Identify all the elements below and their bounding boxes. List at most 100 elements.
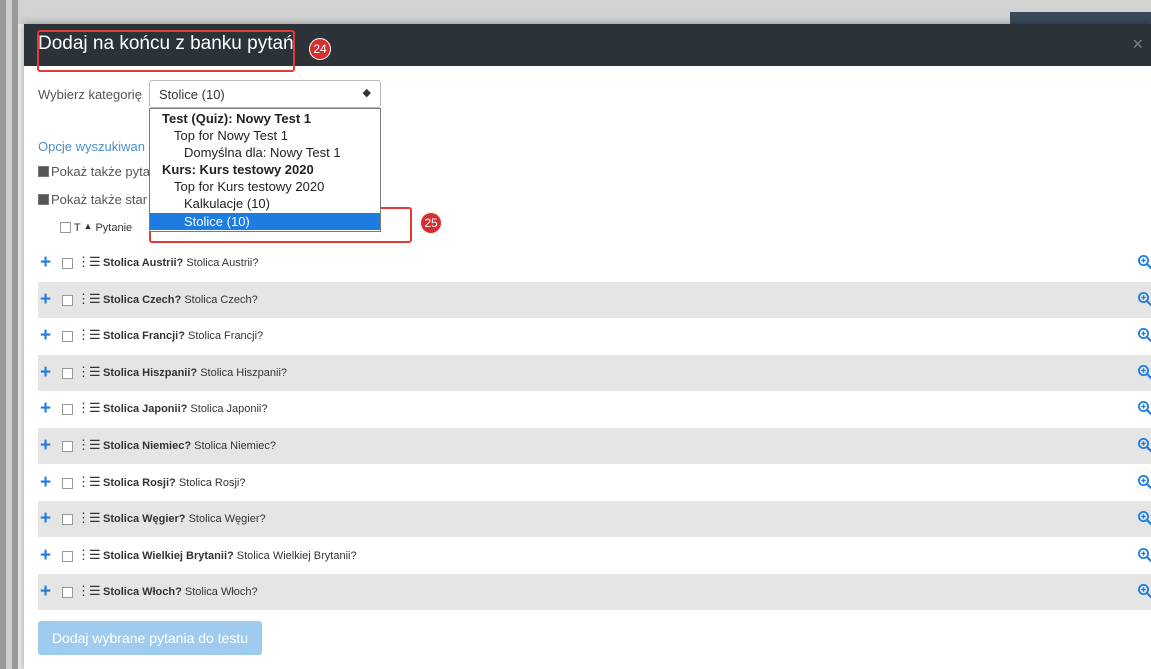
question-text: Stolica Węgier? Stolica Węgier? <box>103 513 266 525</box>
checkbox-checked-icon <box>38 166 49 178</box>
plus-icon[interactable]: + <box>40 363 51 382</box>
category-dropdown: Test (Quiz): Nowy Test 1 Top for Nowy Te… <box>149 108 381 232</box>
table-row: + ⋮☰ Stolica Austrii? Stolica Austrii? <box>38 245 1151 281</box>
question-bank-dialog: Dodaj na końcu z banku pytań × Wybierz k… <box>24 24 1151 669</box>
select-all-checkbox[interactable] <box>60 221 71 233</box>
zoom-in-icon[interactable] <box>1137 474 1151 490</box>
question-name: Stolica Hiszpanii? <box>103 366 198 379</box>
question-name: Stolica Włoch? <box>103 586 182 599</box>
question-body: Stolica Włoch? <box>184 586 258 599</box>
table-row: + ⋮☰ Stolica Francji? Stolica Francji? <box>38 318 1151 354</box>
option-kalkulacje[interactable]: Kalkulacje (10) <box>150 195 380 212</box>
option-group-course: Kurs: Kurs testowy 2020 <box>162 162 314 177</box>
sort-up-icon: ▲ <box>83 221 93 231</box>
checkbox-checked-icon <box>38 194 49 206</box>
question-body: Stolica Niemiec? <box>194 440 277 452</box>
plus-icon[interactable]: + <box>40 509 51 528</box>
table-row: + ⋮☰ Stolica Niemiec? Stolica Niemiec? <box>38 428 1151 464</box>
list-icon: ⋮☰ <box>77 400 101 416</box>
zoom-in-icon[interactable] <box>1137 583 1151 599</box>
question-checkbox[interactable] <box>62 294 73 306</box>
show-old-checkbox[interactable]: Pokaż także star <box>38 192 147 207</box>
plus-icon[interactable]: + <box>40 473 51 492</box>
zoom-in-icon[interactable] <box>1137 327 1151 343</box>
select-arrows-icon: ◆ <box>362 87 371 99</box>
question-checkbox[interactable] <box>62 477 73 489</box>
question-text: Stolica Japonii? Stolica Japonii? <box>103 403 267 415</box>
question-name: Stolica Czech? <box>103 293 182 306</box>
question-body: Stolica Rosji? <box>178 476 246 489</box>
zoom-in-icon[interactable] <box>1137 437 1151 453</box>
option-default-quiz[interactable]: Domyślna dla: Nowy Test 1 <box>150 144 380 161</box>
table-row: + ⋮☰ Stolica Czech? Stolica Czech? <box>38 281 1151 318</box>
search-options-link[interactable]: Opcje wyszukiwan <box>38 139 145 154</box>
question-text: Stolica Włoch? Stolica Włoch? <box>103 586 258 598</box>
plus-icon[interactable]: + <box>40 399 51 418</box>
background-page-bar <box>1010 12 1151 24</box>
plus-icon[interactable]: + <box>40 546 51 565</box>
zoom-in-icon[interactable] <box>1137 510 1151 526</box>
question-body: Stolica Węgier? <box>188 513 266 526</box>
show-subcategory-checkbox[interactable]: Pokaż także pyta <box>38 164 150 179</box>
zoom-in-icon[interactable] <box>1137 547 1151 563</box>
list-icon: ⋮☰ <box>77 510 101 526</box>
question-checkbox[interactable] <box>62 367 73 379</box>
callout-badge-24: 24 <box>309 38 331 60</box>
category-select[interactable]: Stolice (10) ◆ <box>149 80 381 108</box>
question-name: Stolica Japonii? <box>103 403 188 416</box>
question-checkbox[interactable] <box>62 258 73 269</box>
question-body: Stolica Austrii? <box>186 257 259 269</box>
option-stolice[interactable]: Stolice (10) <box>150 213 380 230</box>
question-name: Stolica Rosji? <box>103 476 176 489</box>
background-page-edge-inner <box>6 0 12 669</box>
question-text: Stolica Niemiec? Stolica Niemiec? <box>103 440 276 452</box>
table-row: + ⋮☰ Stolica Hiszpanii? Stolica Hiszpanii? <box>38 354 1151 391</box>
question-checkbox[interactable] <box>62 441 73 452</box>
background-page-strip <box>0 0 1151 24</box>
category-select-value: Stolice (10) <box>159 87 225 102</box>
plus-icon[interactable]: + <box>40 326 51 345</box>
zoom-in-icon[interactable] <box>1137 400 1151 416</box>
callout-frame-title <box>37 30 295 72</box>
table-header: T ▲ Pytanie <box>60 221 132 234</box>
question-text: Stolica Wielkiej Brytanii? Stolica Wielk… <box>103 550 357 562</box>
question-body: Stolica Francji? <box>187 330 264 343</box>
option-top-quiz[interactable]: Top for Nowy Test 1 <box>150 127 380 144</box>
question-body: Stolica Japonii? <box>190 403 268 416</box>
plus-icon[interactable]: + <box>40 290 51 309</box>
question-body: Stolica Wielkiej Brytanii? <box>236 549 357 562</box>
question-checkbox[interactable] <box>62 331 73 343</box>
list-icon: ⋮☰ <box>77 546 101 562</box>
list-icon: ⋮☰ <box>77 290 101 306</box>
question-name: Stolica Niemiec? <box>103 440 192 452</box>
question-name: Stolica Wielkiej Brytanii? <box>103 549 234 562</box>
question-checkbox[interactable] <box>62 550 73 562</box>
list-icon: ⋮☰ <box>77 473 101 489</box>
table-row: + ⋮☰ Stolica Wielkiej Brytanii? Stolica Wi… <box>38 538 1151 574</box>
question-name: Stolica Węgier? <box>103 513 186 526</box>
add-selected-button[interactable]: Dodaj wybrane pytania do testu <box>38 621 262 655</box>
option-top-course[interactable]: Top for Kurs testowy 2020 <box>150 178 380 195</box>
question-text: Stolica Hiszpanii? Stolica Hiszpanii? <box>103 367 287 379</box>
question-checkbox[interactable] <box>62 587 73 599</box>
question-checkbox[interactable] <box>62 514 73 526</box>
column-question[interactable]: Pytanie <box>95 222 132 234</box>
question-body: Stolica Hiszpanii? <box>200 366 288 379</box>
zoom-in-icon[interactable] <box>1137 291 1151 307</box>
plus-icon[interactable]: + <box>40 436 51 455</box>
plus-icon[interactable]: + <box>40 582 51 601</box>
list-icon: ⋮☰ <box>77 437 101 452</box>
table-row: + ⋮☰ Stolica Włoch? Stolica Włoch? <box>38 574 1151 611</box>
question-text: Stolica Austrii? Stolica Austrii? <box>103 257 259 269</box>
zoom-in-icon[interactable] <box>1137 254 1151 270</box>
option-group-quiz: Test (Quiz): Nowy Test 1 <box>162 111 312 126</box>
close-icon[interactable]: × <box>1132 34 1143 54</box>
question-name: Stolica Francji? <box>103 330 185 343</box>
table-row: + ⋮☰ Stolica Japonii? Stolica Japonii? <box>38 391 1151 427</box>
column-type[interactable]: T <box>74 222 81 234</box>
zoom-in-icon[interactable] <box>1137 364 1151 380</box>
question-checkbox[interactable] <box>62 404 73 416</box>
question-name: Stolica Austrii? <box>103 257 184 269</box>
show-subcategory-label: Pokaż także pyta <box>51 164 150 179</box>
plus-icon[interactable]: + <box>40 253 51 272</box>
